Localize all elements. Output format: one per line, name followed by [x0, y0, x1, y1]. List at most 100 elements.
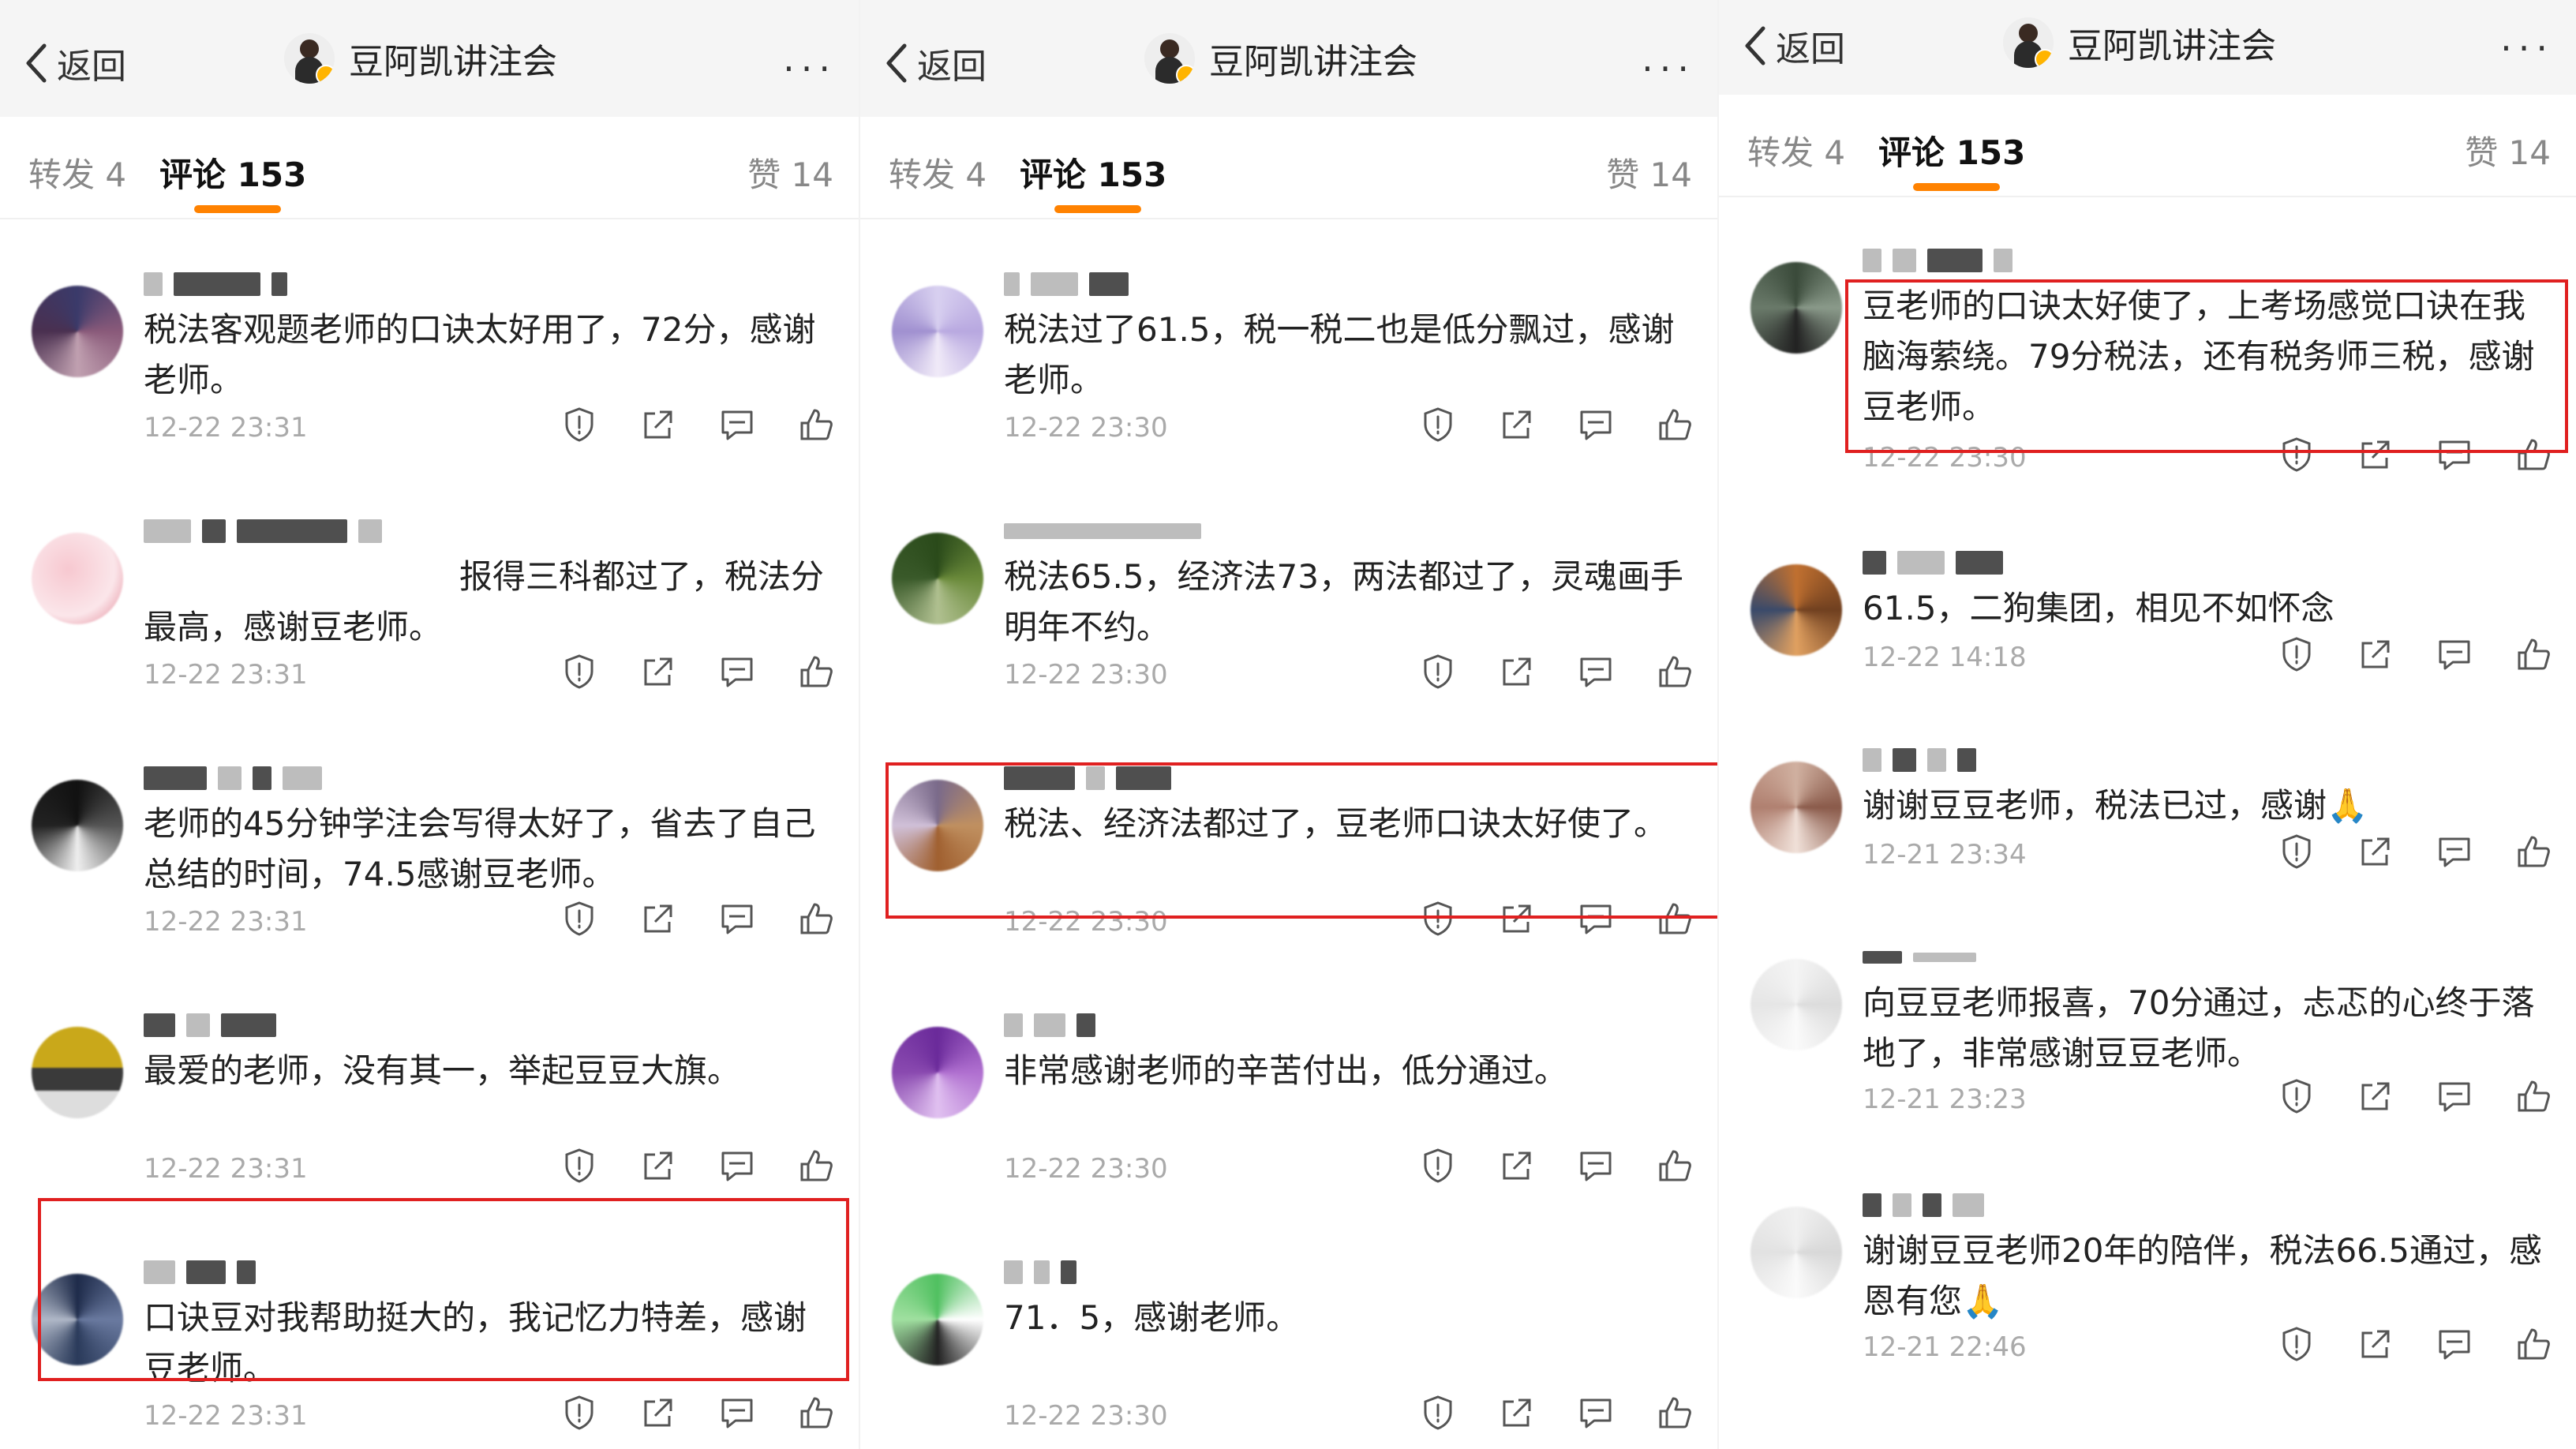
account-header[interactable]: 豆阿凯讲注会 [2003, 17, 2276, 68]
commenter-avatar[interactable] [1750, 762, 1842, 853]
tab-comments[interactable]: 评论 153 [1878, 126, 2025, 174]
commenter-name-pixelated[interactable] [1004, 1009, 1095, 1041]
commenter-name-pixelated[interactable] [1004, 1256, 1076, 1288]
report-shield-icon[interactable] [1419, 1147, 1457, 1185]
comment-item: 税法65.5，经济法73，两法都过了，灵魂画手明年不约。 12-22 23:30 [860, 476, 1717, 723]
commenter-avatar[interactable] [892, 1027, 983, 1118]
commenter-name-pixelated[interactable] [1863, 942, 1976, 973]
like-thumb-icon[interactable] [1656, 1147, 1694, 1185]
comment-icon[interactable] [2436, 1077, 2473, 1115]
comment-icon[interactable] [1577, 1147, 1615, 1185]
commenter-avatar[interactable] [32, 1027, 123, 1118]
comment-icon[interactable] [718, 1147, 756, 1185]
share-icon[interactable] [2357, 1325, 2394, 1363]
report-shield-icon[interactable] [560, 406, 598, 444]
commenter-name-pixelated[interactable] [144, 762, 322, 794]
tab-likes[interactable]: 赞 14 [1606, 148, 1692, 197]
commenter-avatar[interactable] [32, 780, 123, 871]
commenter-name-pixelated[interactable] [1004, 268, 1129, 300]
report-shield-icon[interactable] [560, 1147, 598, 1185]
comment-icon[interactable] [2436, 833, 2473, 871]
share-icon[interactable] [2357, 833, 2394, 871]
share-icon[interactable] [2357, 1077, 2394, 1115]
account-header[interactable]: 豆阿凯讲注会 [1144, 33, 1417, 84]
commenter-avatar[interactable] [32, 533, 123, 624]
comment-icon[interactable] [2436, 635, 2473, 673]
account-name: 豆阿凯讲注会 [1209, 42, 1417, 82]
share-icon[interactable] [1498, 1394, 1536, 1432]
tab-repost[interactable]: 转发 4 [889, 148, 987, 197]
tab-comments[interactable]: 评论 153 [159, 148, 306, 197]
share-icon[interactable] [639, 406, 677, 444]
commenter-avatar[interactable] [1750, 262, 1842, 354]
like-thumb-icon[interactable] [797, 406, 835, 444]
commenter-name-pixelated[interactable] [1863, 547, 2003, 578]
share-icon[interactable] [639, 1394, 677, 1432]
share-icon[interactable] [2357, 635, 2394, 673]
comment-icon[interactable] [1577, 1394, 1615, 1432]
comment-icon[interactable] [718, 653, 756, 691]
report-shield-icon[interactable] [560, 900, 598, 938]
commenter-avatar[interactable] [32, 286, 123, 377]
comment-actions [560, 1147, 835, 1185]
like-thumb-icon[interactable] [1656, 653, 1694, 691]
commenter-avatar[interactable] [1750, 1207, 1842, 1298]
commenter-name-pixelated[interactable] [1863, 744, 1976, 776]
tab-likes[interactable]: 赞 14 [2465, 126, 2551, 174]
share-icon[interactable] [1498, 653, 1536, 691]
commenter-avatar[interactable] [1750, 564, 1842, 656]
like-thumb-icon[interactable] [2514, 1077, 2552, 1115]
report-shield-icon[interactable] [560, 1394, 598, 1432]
report-shield-icon[interactable] [2278, 833, 2316, 871]
share-icon[interactable] [1498, 1147, 1536, 1185]
back-button[interactable]: 返回 [22, 38, 126, 88]
like-thumb-icon[interactable] [1656, 406, 1694, 444]
commenter-avatar[interactable] [892, 1274, 983, 1365]
report-shield-icon[interactable] [2278, 635, 2316, 673]
like-thumb-icon[interactable] [2514, 833, 2552, 871]
tab-repost[interactable]: 转发 4 [1747, 126, 1845, 174]
commenter-name-pixelated[interactable] [144, 515, 382, 547]
comment-icon[interactable] [1577, 653, 1615, 691]
comment-icon[interactable] [718, 1394, 756, 1432]
commenter-name-pixelated[interactable] [144, 1009, 276, 1041]
commenter-avatar[interactable] [1750, 959, 1842, 1050]
comment-icon[interactable] [1577, 406, 1615, 444]
commenter-avatar[interactable] [892, 286, 983, 377]
more-icon[interactable]: ··· [783, 47, 837, 90]
like-thumb-icon[interactable] [797, 900, 835, 938]
commenter-avatar[interactable] [892, 533, 983, 624]
report-shield-icon[interactable] [1419, 653, 1457, 691]
account-header[interactable]: 豆阿凯讲注会 [284, 33, 557, 84]
report-shield-icon[interactable] [1419, 1394, 1457, 1432]
comment-icon[interactable] [2436, 1325, 2473, 1363]
share-icon[interactable] [1498, 406, 1536, 444]
commenter-name-pixelated[interactable] [1863, 1189, 1984, 1221]
tab-comments[interactable]: 评论 153 [1020, 148, 1166, 197]
more-icon[interactable]: ··· [2500, 27, 2554, 69]
report-shield-icon[interactable] [2278, 1077, 2316, 1115]
share-icon[interactable] [639, 1147, 677, 1185]
commenter-name-pixelated[interactable] [1863, 245, 2012, 276]
more-icon[interactable]: ··· [1642, 47, 1695, 90]
back-button[interactable]: 返回 [1741, 21, 1845, 71]
commenter-name-pixelated[interactable] [1004, 515, 1201, 547]
like-thumb-icon[interactable] [797, 1394, 835, 1432]
report-shield-icon[interactable] [1419, 406, 1457, 444]
report-shield-icon[interactable] [2278, 1325, 2316, 1363]
like-thumb-icon[interactable] [797, 1147, 835, 1185]
share-icon[interactable] [639, 653, 677, 691]
comment-icon[interactable] [718, 900, 756, 938]
share-icon[interactable] [639, 900, 677, 938]
like-thumb-icon[interactable] [2514, 1325, 2552, 1363]
tab-repost[interactable]: 转发 4 [28, 148, 126, 197]
commenter-name-pixelated[interactable] [144, 268, 287, 300]
comment-icon[interactable] [718, 406, 756, 444]
like-thumb-icon[interactable] [2514, 635, 2552, 673]
report-shield-icon[interactable] [560, 653, 598, 691]
comment-actions [560, 406, 835, 444]
like-thumb-icon[interactable] [797, 653, 835, 691]
back-button[interactable]: 返回 [882, 38, 987, 88]
like-thumb-icon[interactable] [1656, 1394, 1694, 1432]
tab-likes[interactable]: 赞 14 [747, 148, 833, 197]
